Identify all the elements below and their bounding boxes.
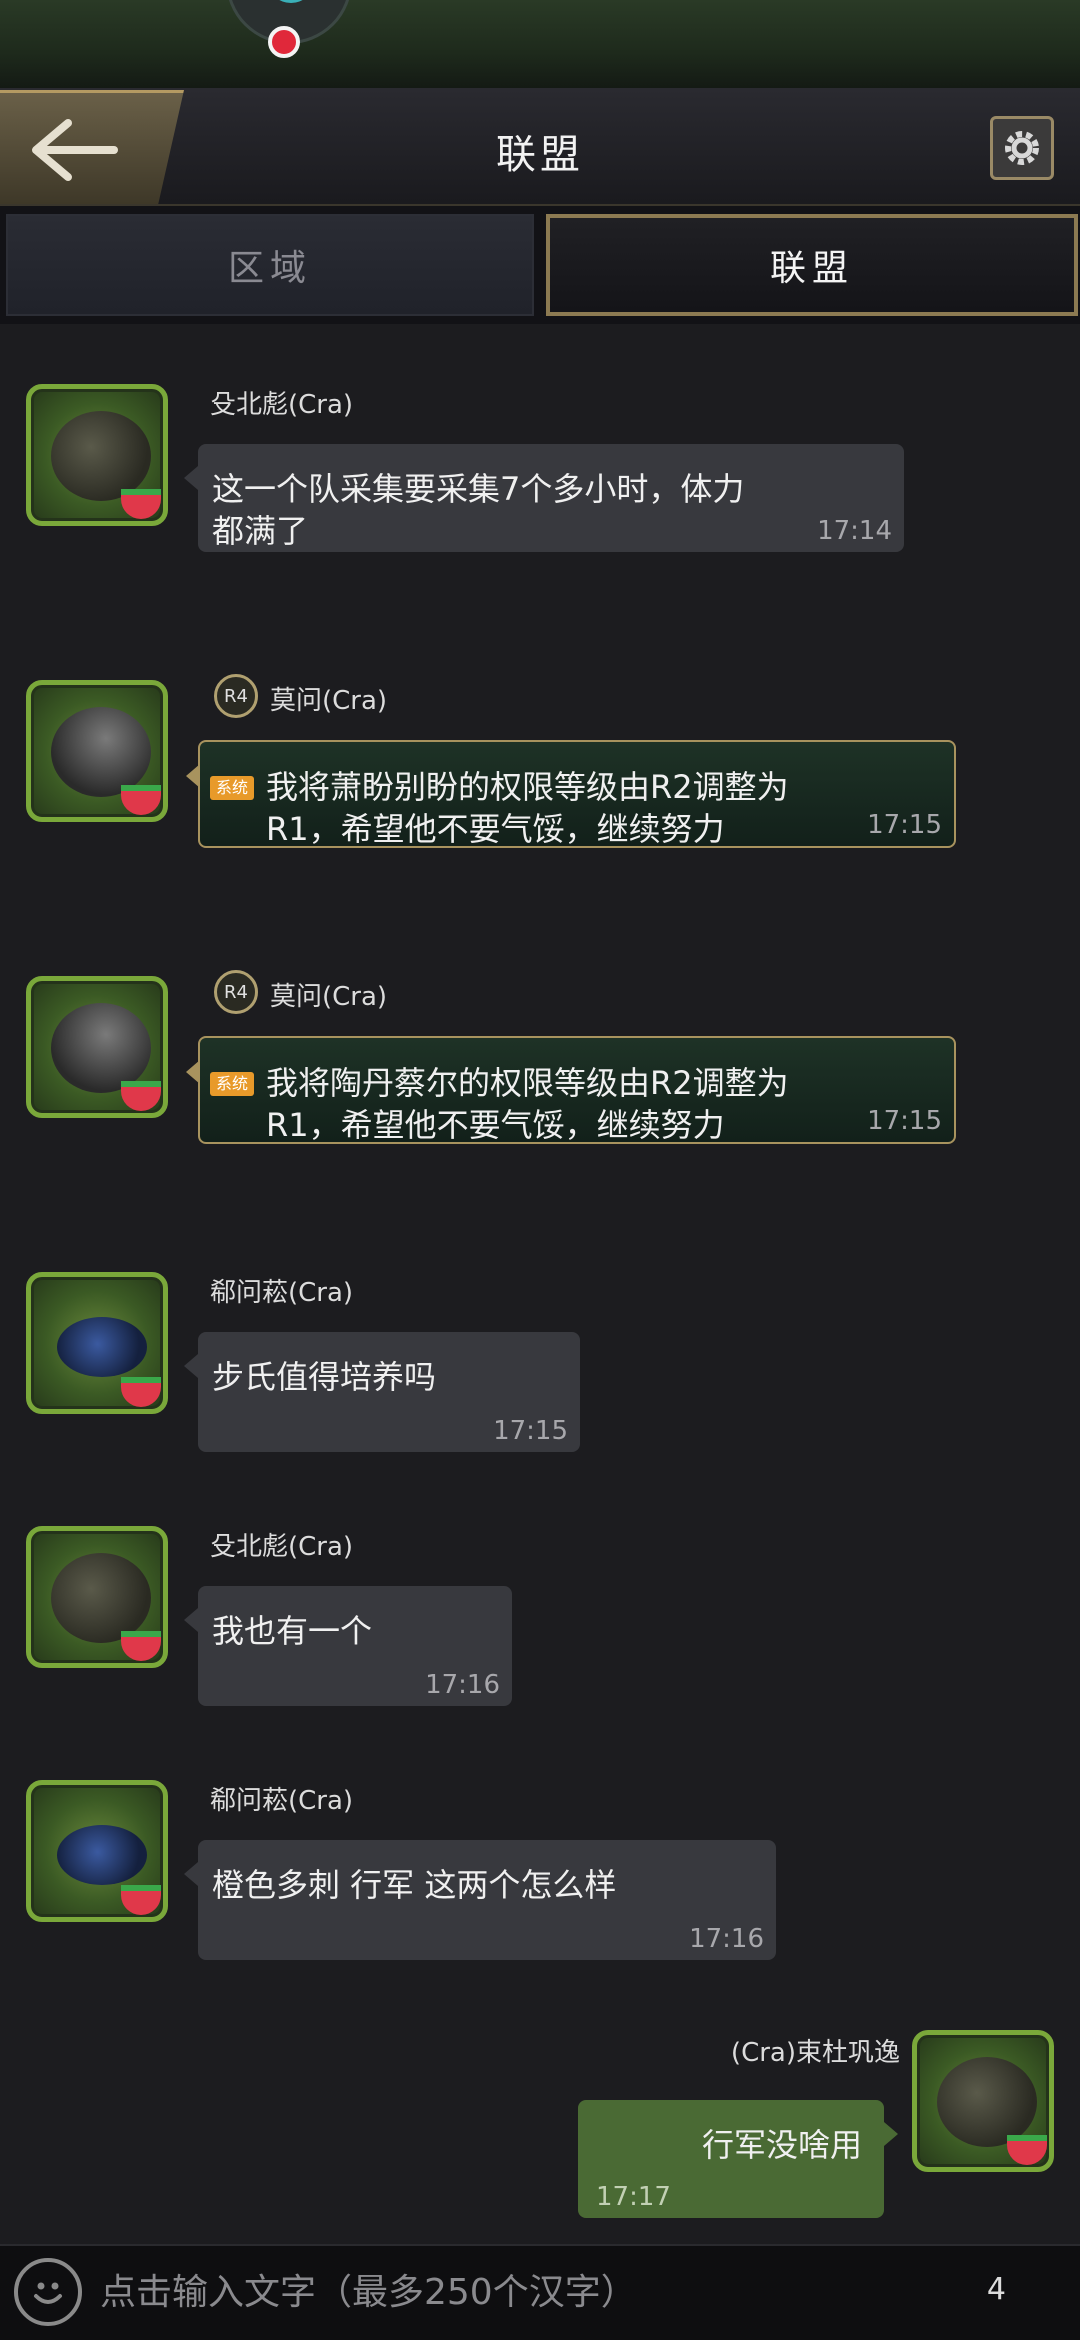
system-tag: 系统: [210, 776, 254, 800]
settings-button[interactable]: [990, 116, 1054, 180]
message-bubble[interactable]: 我也有一个 17:16: [184, 1586, 512, 1706]
message-input[interactable]: [100, 2256, 960, 2328]
message-sender: (Cra)束杜巩逸: [730, 2038, 900, 2068]
page-title: 联盟: [496, 132, 584, 178]
message-time: 17:15: [867, 810, 942, 840]
tab-alliance[interactable]: 联盟: [546, 214, 1078, 316]
system-message-bubble[interactable]: 系统 我将萧盼别盼的权限等级由R2调整为R1，希望他不要气馁，继续努力 17:1…: [186, 740, 956, 848]
message-sender: 郗问菘(Cra): [210, 1278, 354, 1308]
message-text: 步氏值得培养吗: [212, 1358, 437, 1396]
message-time: 17:17: [596, 2182, 671, 2212]
top-strip: [0, 0, 1080, 88]
ant-icon[interactable]: [26, 1272, 168, 1414]
message-sender: 莫问(Cra): [270, 982, 388, 1012]
message-sender: 莫问(Cra): [270, 686, 388, 716]
emoji-button[interactable]: [14, 2258, 82, 2326]
message-text: 这一个队采集要采集7个多小时，体力都满了: [212, 470, 745, 550]
system-message-bubble[interactable]: 系统 我将陶丹蔡尔的权限等级由R2调整为R1，希望他不要气馁，继续努力 17:1…: [186, 1036, 956, 1144]
my-message-bubble[interactable]: 行军没啥用 17:17: [578, 2100, 898, 2218]
back-arrow-icon: [32, 119, 118, 181]
message-text: 行军没啥用: [701, 2126, 862, 2164]
message-text: 我将萧盼别盼的权限等级由R2调整为R1，希望他不要气馁，继续努力: [266, 768, 789, 848]
notification-dot: [268, 26, 300, 58]
message-time: 17:14: [817, 516, 892, 546]
rank-badge: R4: [214, 674, 258, 718]
beetle-icon[interactable]: [26, 680, 168, 822]
back-button[interactable]: [0, 90, 184, 204]
smiley-icon: [34, 2282, 62, 2304]
char-count: 4: [986, 2272, 1006, 2307]
tab-bar: 区域 联盟: [0, 206, 1080, 324]
message-sender: 殳北彪(Cra): [210, 1532, 354, 1562]
message-time: 17:15: [493, 1416, 568, 1446]
message-bubble[interactable]: 步氏值得培养吗 17:15: [184, 1332, 580, 1452]
message-bubble[interactable]: 橙色多刺 行军 这两个怎么样 17:16: [184, 1840, 776, 1960]
spider-icon[interactable]: [26, 384, 168, 526]
message-time: 17:16: [425, 1670, 500, 1700]
message-text: 我也有一个: [212, 1612, 373, 1650]
message-text: 我将陶丹蔡尔的权限等级由R2调整为R1，希望他不要气馁，继续努力: [266, 1064, 789, 1144]
message-time: 17:15: [867, 1106, 942, 1136]
spider-icon[interactable]: [912, 2030, 1054, 2172]
message-bubble[interactable]: 这一个队采集要采集7个多小时，体力都满了 17:14: [184, 444, 904, 552]
spider-icon[interactable]: [26, 1526, 168, 1668]
tab-zone[interactable]: 区域: [6, 214, 534, 316]
system-tag: 系统: [210, 1072, 254, 1096]
header: 联盟: [0, 88, 1080, 206]
ant-icon[interactable]: [26, 1780, 168, 1922]
rank-badge: R4: [214, 970, 258, 1014]
bird-icon: [269, 0, 313, 3]
chat-feed[interactable]: 殳北彪(Cra) 这一个队采集要采集7个多小时，体力都满了 17:14 R4 莫…: [0, 324, 1080, 2242]
message-time: 17:16: [689, 1924, 764, 1954]
message-sender: 郗问菘(Cra): [210, 1786, 354, 1816]
beetle-icon[interactable]: [26, 976, 168, 1118]
message-sender: 殳北彪(Cra): [210, 390, 354, 420]
gear-icon: [1005, 131, 1039, 165]
message-text: 橙色多刺 行军 这两个怎么样: [212, 1866, 617, 1904]
input-bar: 4: [0, 2244, 1080, 2340]
